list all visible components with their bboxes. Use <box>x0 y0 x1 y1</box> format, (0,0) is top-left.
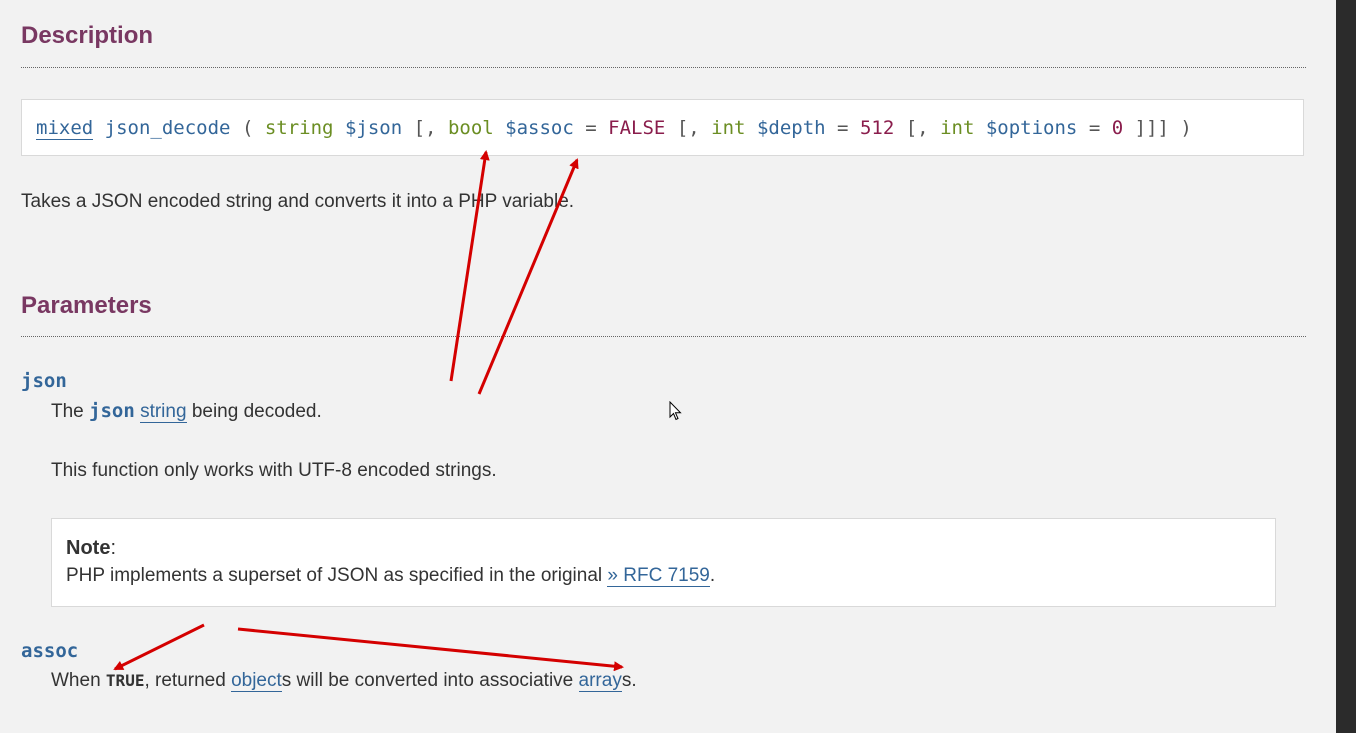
arrow-to-assoc-name <box>113 623 205 671</box>
arrow-to-assoc-param <box>449 150 490 382</box>
note-heading: Note: <box>66 537 117 559</box>
param-var-depth: $depth <box>756 117 826 139</box>
mouse-pointer-icon <box>669 401 682 421</box>
window-scrollbar[interactable] <box>1336 0 1356 733</box>
rfc-7159-link[interactable]: » RFC 7159 <box>607 565 710 587</box>
param-var-options: $options <box>985 117 1078 139</box>
assoc-description: When TRUE, returned objects will be conv… <box>51 670 637 692</box>
function-name: json_decode <box>104 117 231 139</box>
param-var-assoc: $assoc <box>505 117 574 139</box>
json-desc-prefix: The <box>51 401 84 422</box>
array-type-link[interactable]: array <box>578 670 622 692</box>
equals-2: = <box>837 117 849 139</box>
parameters-divider <box>21 336 1306 337</box>
param-name-json: json <box>21 370 67 392</box>
function-intro: Takes a JSON encoded string and converts… <box>21 191 575 212</box>
string-type-link[interactable]: string <box>140 401 187 423</box>
default-false: FALSE <box>608 117 666 139</box>
note-body-prefix: PHP implements a superset of JSON as spe… <box>66 565 603 586</box>
json-utf8-note: This function only works with UTF-8 enco… <box>51 460 497 481</box>
note-box: Note: PHP implements a superset of JSON … <box>51 518 1276 607</box>
param-type-bool: bool <box>447 117 494 139</box>
assoc-desc-prefix: When <box>51 670 101 691</box>
parameters-heading: Parameters <box>21 292 152 319</box>
assoc-desc-mid2: s will be converted into associative <box>281 670 574 691</box>
function-signature: mixed json_decode ( string $json [, bool… <box>21 99 1304 156</box>
json-inline-param: json <box>89 400 135 422</box>
return-type-link[interactable]: mixed <box>36 117 94 140</box>
json-desc-suffix: being decoded. <box>191 401 322 422</box>
default-512: 512 <box>859 117 895 139</box>
object-type-link[interactable]: object <box>231 670 282 692</box>
param-type-string: string <box>264 117 334 139</box>
note-body: PHP implements a superset of JSON as spe… <box>66 561 1261 591</box>
note-body-suffix: . <box>709 565 716 586</box>
param-var-json: $json <box>344 117 403 139</box>
param-type-int-options: int <box>940 117 975 139</box>
closing-brackets: ]]] ) <box>1134 117 1192 139</box>
true-constant: TRUE <box>105 671 145 690</box>
php-manual-page: Description mixed json_decode ( string $… <box>0 0 1356 733</box>
assoc-desc-mid: , returned <box>144 670 226 691</box>
optional-bracket-1: [, <box>413 117 437 139</box>
param-name-assoc: assoc <box>21 640 79 662</box>
arrow-to-array-link <box>237 627 624 672</box>
description-divider <box>21 67 1306 68</box>
description-heading: Description <box>21 22 154 49</box>
open-paren: ( <box>241 117 254 139</box>
assoc-desc-suffix: s. <box>621 670 637 691</box>
optional-bracket-3: [, <box>905 117 929 139</box>
optional-bracket-2: [, <box>676 117 700 139</box>
equals-3: = <box>1088 117 1101 139</box>
equals-1: = <box>585 117 597 139</box>
json-description: The json string being decoded. <box>51 400 322 423</box>
default-0: 0 <box>1111 117 1124 139</box>
param-type-int-depth: int <box>711 117 746 139</box>
